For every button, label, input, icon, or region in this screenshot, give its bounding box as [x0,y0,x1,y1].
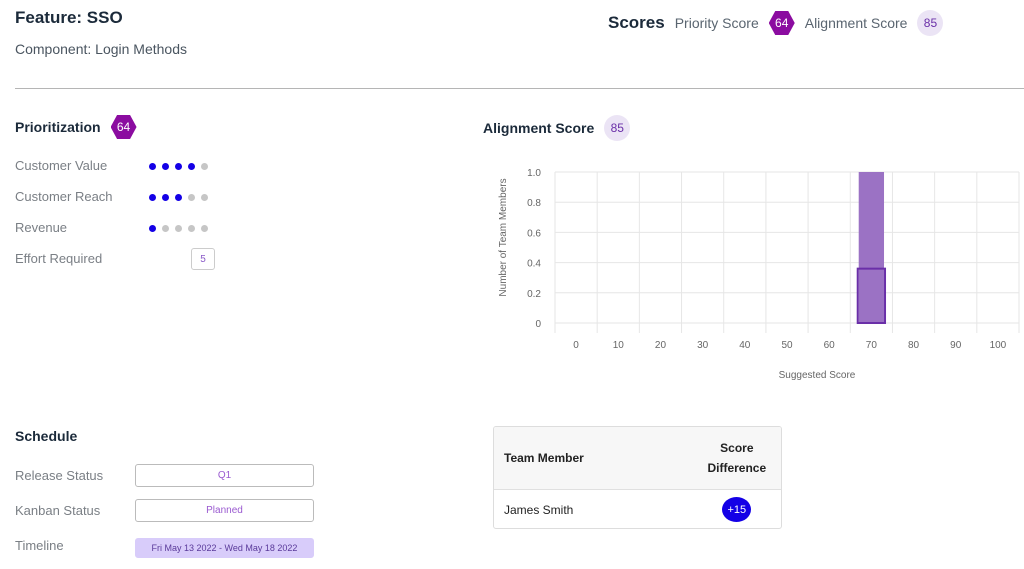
header-team-member[interactable]: Team Member [494,451,693,465]
scores-heading: Scores [608,13,665,32]
rating-dots[interactable] [149,163,208,170]
release-status-field[interactable]: Q1 [135,464,314,487]
kanban-status-label: Kanban Status [15,503,101,518]
rating-dot-filled[interactable] [162,163,169,170]
scores-summary: Scores Priority Score 64 Alignment Score… [608,10,944,36]
x-tick-label: 100 [990,340,1007,351]
rating-dot-filled[interactable] [162,194,169,201]
effort-label: Effort Required [15,251,103,266]
rating-dot-empty[interactable] [201,225,208,232]
x-tick-label: 70 [866,340,878,351]
alignment-score-badge: 85 [917,10,944,36]
header-score-line2: Difference [707,461,767,475]
rating-dot-filled[interactable] [149,163,156,170]
x-tick-label: 0 [573,340,579,351]
x-tick-label: 40 [739,340,751,351]
priority-score-badge: 64 [768,11,795,35]
effort-value[interactable]: 5 [191,248,215,270]
rating-dot-empty[interactable] [201,194,208,201]
prioritization-score-badge: 64 [110,115,137,139]
prioritization-row-label: Customer Value [15,158,108,173]
x-tick-label: 50 [781,340,793,351]
rating-dot-empty[interactable] [188,194,195,201]
x-tick-label: 80 [908,340,920,351]
table-header: Team Member Score Difference [494,427,781,490]
rating-dots[interactable] [149,194,208,201]
x-tick-label: 30 [697,340,709,351]
x-tick-label: 90 [950,340,962,351]
timeline-field[interactable]: Fri May 13 2022 - Wed May 18 2022 [135,538,314,558]
header-score-difference[interactable]: Score Difference [693,438,781,478]
alignment-score-badge-2: 85 [604,115,631,141]
y-tick-label: 0.8 [527,198,541,209]
rating-dot-filled[interactable] [188,163,195,170]
x-tick-label: 60 [824,340,836,351]
y-tick-label: 1.0 [527,168,541,179]
alignment-header: Alignment Score 85 [483,115,631,141]
y-tick-label: 0.2 [527,289,541,300]
feature-title: Feature: SSO [15,8,123,27]
histogram-bar [858,172,885,323]
alignment-score-label: Alignment Score [804,15,908,31]
schedule-title: Schedule [15,428,78,444]
header-divider [15,88,1024,89]
member-name: James Smith [504,502,574,517]
rating-dot-filled[interactable] [175,194,182,201]
y-axis-label: Number of Team Members [498,178,509,296]
rating-dot-filled[interactable] [149,194,156,201]
x-tick-label: 10 [613,340,625,351]
score-difference-badge: +15 [722,497,752,522]
prioritization-header: Prioritization 64 [15,115,137,139]
kanban-status-field[interactable]: Planned [135,499,314,522]
alignment-histogram: 0 0.2 0.4 0.6 0.8 1.0 0 10 20 30 40 50 60 70 80 90 100 Su… [498,168,1020,381]
prioritization-title: Prioritization [15,119,101,135]
y-tick-label: 0.4 [527,259,541,270]
component-subtitle: Component: Login Methods [15,41,187,57]
rating-dot-filled[interactable] [175,163,182,170]
y-tick-label: 0 [535,319,541,330]
rating-dot-filled[interactable] [149,225,156,232]
rating-dots[interactable] [149,225,208,232]
rating-dot-empty[interactable] [162,225,169,232]
timeline-label: Timeline [15,538,64,553]
x-axis-label: Suggested Score [779,370,856,381]
header-score-line1: Score [720,441,754,455]
priority-score-label: Priority Score [674,15,759,31]
y-tick-label: 0.6 [527,228,541,239]
rating-dot-empty[interactable] [201,163,208,170]
rating-dot-empty[interactable] [188,225,195,232]
prioritization-row-label: Customer Reach [15,189,113,204]
alignment-title: Alignment Score [483,120,595,136]
x-tick-label: 20 [655,340,667,351]
release-status-label: Release Status [15,468,104,483]
rating-dot-empty[interactable] [175,225,182,232]
prioritization-row-label: Revenue [15,220,68,235]
table-row: James Smith +15 [494,490,781,528]
team-score-table: Team Member Score Difference James Smith… [493,426,782,529]
